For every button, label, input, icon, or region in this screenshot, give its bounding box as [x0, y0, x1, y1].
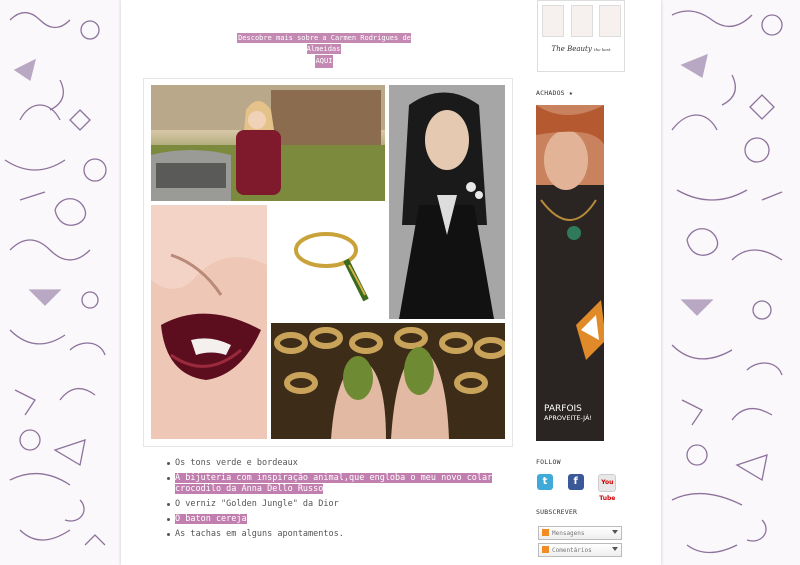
rss-icon [542, 529, 549, 536]
follow-icons: t f You Tube [537, 474, 621, 502]
blog-page: Descobre mais sobre a Carmen Rodrigues d… [121, 0, 661, 565]
ad-cta: APROVEITE-JÁ! [544, 414, 592, 422]
bullet-text-highlighted: A bijuteria com inspiração animal,que en… [175, 473, 493, 494]
ad-brand: PARFOIS [544, 404, 582, 414]
list-item: Os tons verde e bordeaux [167, 458, 497, 469]
collage-photo-ring [271, 205, 385, 319]
subscribe-posts-dropdown[interactable]: Mensagens [538, 526, 622, 540]
list-item: O baton cereja [167, 514, 497, 525]
bullet-text: As tachas em alguns apontamentos. [175, 529, 344, 539]
follow-title: FOLLOW [536, 458, 561, 466]
list-item: O verniz "Golden Jungle" da Dior [167, 499, 497, 510]
subscribe-title: SUBSCREVER [536, 508, 578, 516]
facebook-icon[interactable]: f [567, 474, 584, 490]
background-pattern-right [662, 0, 800, 565]
collage-photo-lips [151, 205, 267, 439]
achados-title: ACHADOS ★ [536, 89, 574, 97]
product-thumbnail[interactable] [542, 5, 564, 37]
beauty-logo-sub: the best [594, 47, 611, 52]
product-thumbnail[interactable] [571, 5, 593, 37]
subscribe-comments-dropdown[interactable]: Comentários [538, 543, 622, 557]
background-pattern-left [0, 0, 120, 565]
product-thumbnail[interactable] [599, 5, 621, 37]
post-collage [143, 78, 513, 447]
sidebar: The Beauty the best ACHADOS ★ PARFOIS AP… [536, 0, 646, 565]
bullet-text: Os tons verde e bordeaux [175, 458, 298, 468]
author-note-text: Descobre mais sobre a Carmen Rodrigues d… [237, 33, 411, 54]
beauty-logo: The Beauty the best [548, 45, 614, 53]
beauty-widget[interactable]: The Beauty the best [537, 0, 625, 72]
list-item: A bijuteria com inspiração animal,que en… [167, 473, 497, 495]
collage-photo-model-jacket [389, 85, 505, 319]
bullet-text-highlighted: O baton cereja [175, 514, 247, 524]
youtube-icon[interactable]: You Tube [598, 474, 617, 502]
parfois-ad-banner[interactable]: PARFOIS APROVEITE-JÁ! [536, 105, 604, 441]
collage-photo-woman-car [151, 85, 385, 201]
rss-icon [542, 546, 549, 553]
beauty-logo-text: The Beauty [551, 45, 592, 53]
subscribe-label: Mensagens [552, 530, 585, 537]
twitter-icon[interactable]: t [537, 474, 553, 490]
author-note: Descobre mais sobre a Carmen Rodrigues d… [221, 33, 427, 68]
ad-text: PARFOIS APROVEITE-JÁ! [544, 405, 592, 423]
subscribe-label: Comentários [552, 547, 592, 554]
bullet-text: O verniz "Golden Jungle" da Dior [175, 499, 339, 509]
author-link[interactable]: AQUI [314, 55, 334, 68]
post-bullet-list: Os tons verde e bordeaux A bijuteria com… [159, 458, 497, 544]
collage-photo-nails [271, 323, 505, 439]
chevron-down-icon [612, 547, 618, 551]
chevron-down-icon [612, 530, 618, 534]
list-item: As tachas em alguns apontamentos. [167, 529, 497, 540]
